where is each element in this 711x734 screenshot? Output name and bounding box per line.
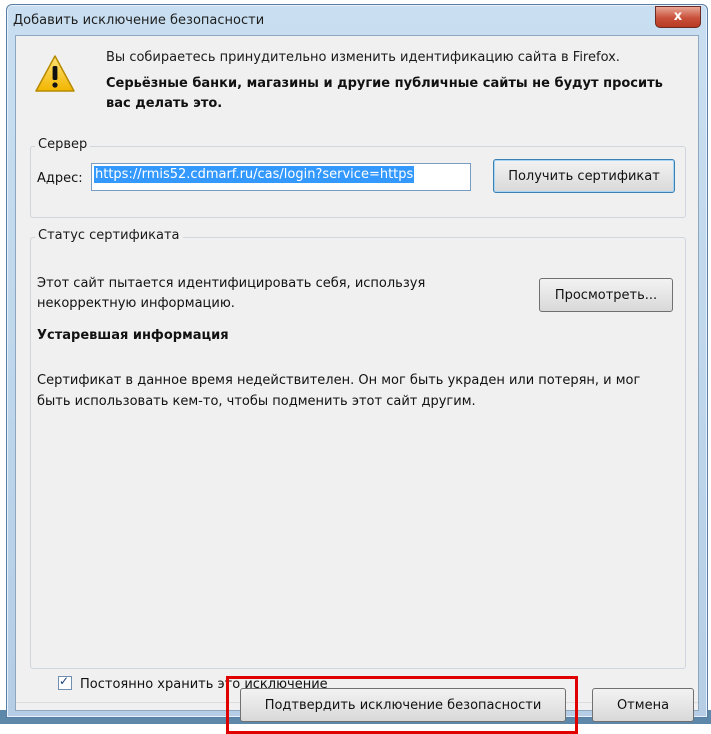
- status-heading: Устаревшая информация: [37, 328, 229, 343]
- warning-message-line2: Серьёзные банки, магазины и другие публи…: [106, 76, 663, 111]
- title-bar: Добавить исключение безопасности x: [7, 5, 707, 35]
- close-button[interactable]: x: [655, 6, 701, 28]
- certificate-status-group: Статус сертификата Этот сайт пытается ид…: [30, 228, 686, 669]
- certificate-status-legend: Статус сертификата: [35, 228, 183, 243]
- dialog-title: Добавить исключение безопасности: [13, 13, 265, 28]
- status-details: Сертификат в данное время недействителен…: [37, 373, 641, 409]
- permanent-exception-checkbox[interactable]: [58, 674, 72, 690]
- address-label: Адрес:: [37, 171, 83, 186]
- cancel-button[interactable]: Отмена: [592, 688, 694, 722]
- warning-message-line1: Вы собираетесь принудительно изменить ид…: [106, 50, 620, 65]
- view-certificate-button[interactable]: Просмотреть...: [539, 278, 673, 312]
- get-certificate-button[interactable]: Получить сертификат: [493, 159, 675, 193]
- dialog-content: Вы собираетесь принудительно изменить ид…: [15, 35, 699, 711]
- confirm-exception-button[interactable]: Подтвердить исключение безопасности: [240, 688, 566, 722]
- status-description: Этот сайт пытается идентифицировать себя…: [37, 276, 426, 311]
- add-security-exception-dialog: Добавить исключение безопасности x Вы со…: [6, 4, 708, 718]
- address-input[interactable]: https://rmis52.cdmarf.ru/cas/login?servi…: [91, 163, 471, 191]
- address-value: https://rmis52.cdmarf.ru/cas/login?servi…: [94, 166, 415, 183]
- server-group-legend: Сервер: [35, 137, 91, 152]
- warning-icon: [35, 55, 75, 92]
- server-group: Сервер Адрес: https://rmis52.cdmarf.ru/c…: [30, 137, 686, 218]
